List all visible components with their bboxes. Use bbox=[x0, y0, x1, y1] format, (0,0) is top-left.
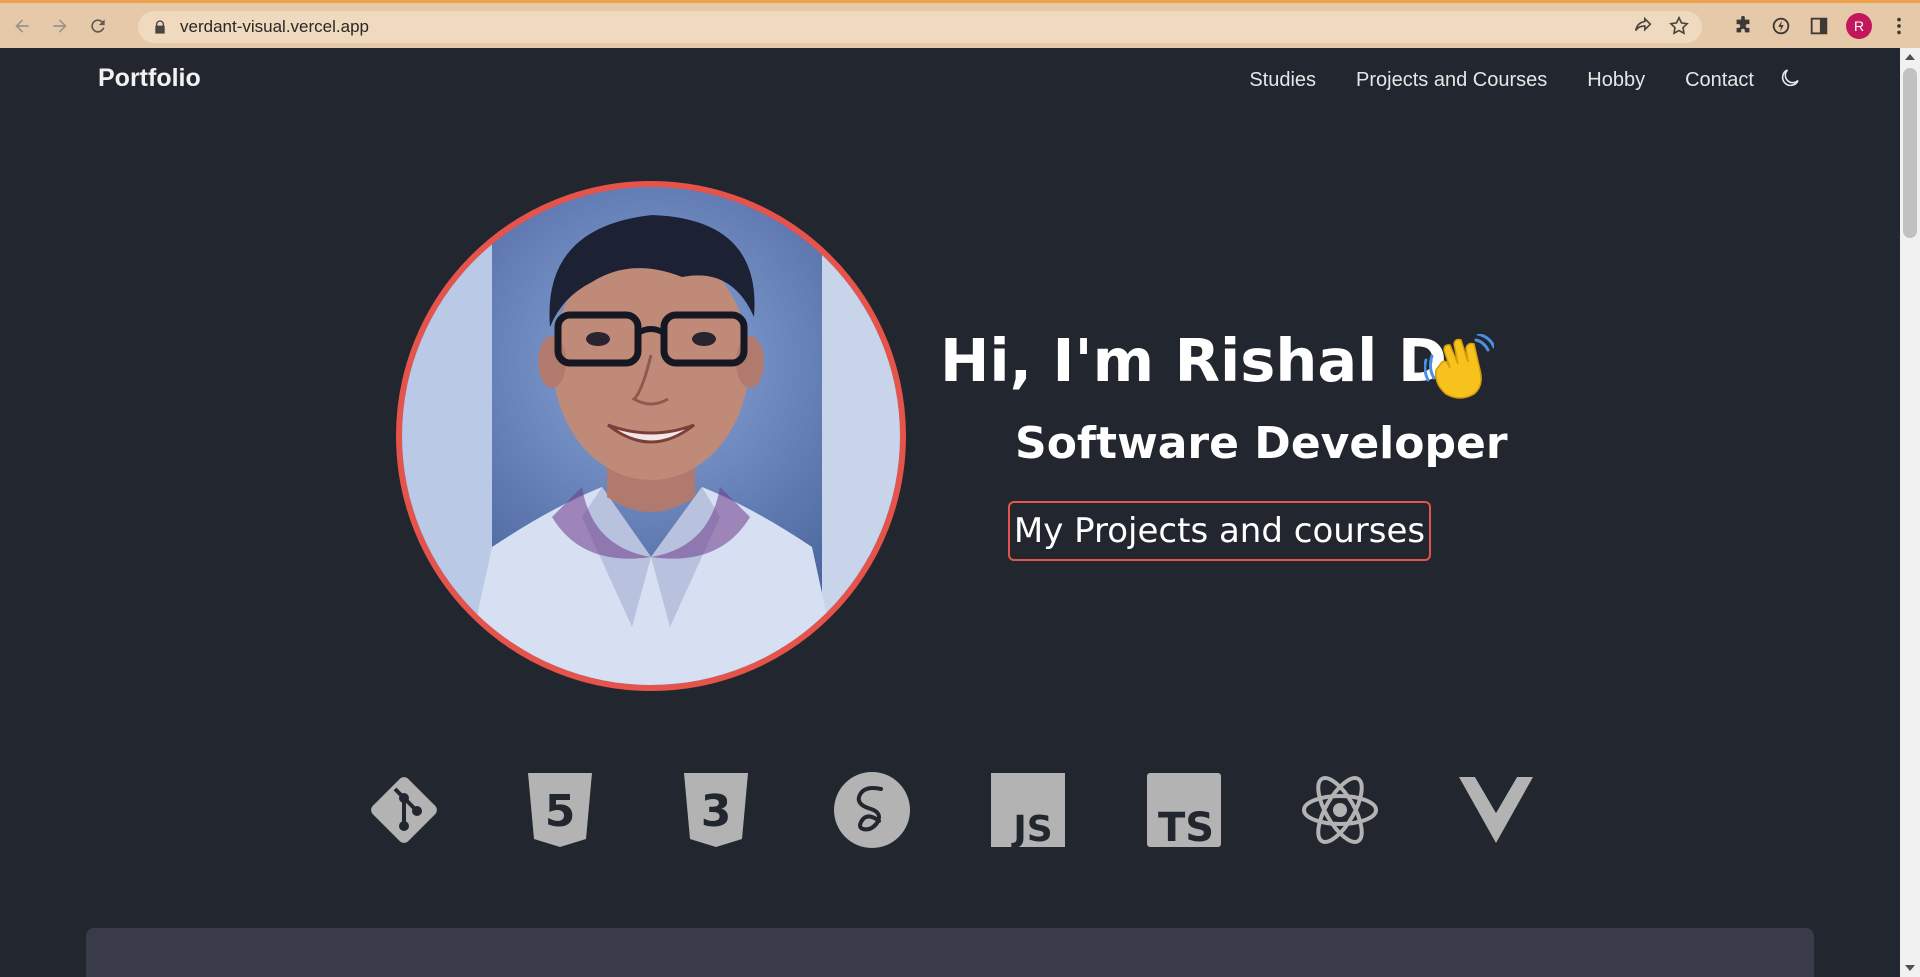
tech-stack-row: 5 3 JS TS bbox=[365, 771, 1535, 851]
scroll-up-arrow-icon[interactable] bbox=[1905, 54, 1915, 60]
javascript-icon: JS bbox=[989, 771, 1067, 850]
hero-title: Hi, I'm Rishal D bbox=[940, 326, 1447, 395]
profile-photo bbox=[396, 181, 906, 691]
git-icon bbox=[365, 771, 443, 849]
scroll-down-arrow-icon[interactable] bbox=[1905, 965, 1915, 971]
profile-avatar[interactable]: R bbox=[1846, 13, 1872, 39]
profile-portrait-illustration bbox=[402, 187, 900, 685]
reload-button[interactable] bbox=[82, 10, 114, 42]
css3-icon: 3 bbox=[677, 771, 755, 849]
forward-button[interactable] bbox=[44, 10, 76, 42]
svg-text:3: 3 bbox=[701, 786, 732, 837]
brand-logo[interactable]: Portfolio bbox=[98, 64, 201, 93]
vue-icon bbox=[1457, 771, 1535, 849]
more-menu-icon[interactable] bbox=[1888, 15, 1910, 37]
react-icon bbox=[1301, 771, 1379, 849]
lock-icon bbox=[155, 20, 165, 34]
share-icon[interactable] bbox=[1632, 15, 1654, 37]
svg-text:5: 5 bbox=[545, 786, 576, 837]
extensions-puzzle-icon[interactable] bbox=[1732, 15, 1754, 37]
nav-link-projects[interactable]: Projects and Courses bbox=[1356, 69, 1547, 92]
bookmark-star-icon[interactable] bbox=[1668, 15, 1690, 37]
svg-text:JS: JS bbox=[1010, 809, 1052, 849]
my-projects-button[interactable]: My Projects and courses bbox=[1008, 501, 1431, 561]
page-scrollbar[interactable] bbox=[1900, 48, 1920, 977]
svg-text:TS: TS bbox=[1158, 805, 1214, 849]
moon-icon[interactable] bbox=[1778, 66, 1802, 90]
nav-links: Studies Projects and Courses Hobby Conta… bbox=[1249, 69, 1754, 92]
back-button[interactable] bbox=[6, 10, 38, 42]
address-bar[interactable]: verdant-visual.vercel.app bbox=[138, 11, 1702, 43]
side-panel-icon[interactable] bbox=[1808, 15, 1830, 37]
arrow-right-icon bbox=[53, 18, 67, 33]
scroll-thumb[interactable] bbox=[1903, 68, 1917, 238]
section-card bbox=[86, 928, 1814, 977]
nav-link-hobby[interactable]: Hobby bbox=[1587, 69, 1645, 92]
reload-icon bbox=[91, 18, 105, 33]
html5-icon: 5 bbox=[521, 771, 599, 849]
nav-link-contact[interactable]: Contact bbox=[1685, 69, 1754, 92]
nav-link-studies[interactable]: Studies bbox=[1249, 69, 1316, 92]
site-navbar: Portfolio Studies Projects and Courses H… bbox=[0, 48, 1900, 114]
arrow-left-icon bbox=[15, 18, 29, 33]
browser-toolbar: verdant-visual.vercel.app R bbox=[0, 0, 1920, 48]
extension-icon[interactable] bbox=[1770, 15, 1792, 37]
hero-subtitle: Software Developer bbox=[1015, 418, 1508, 469]
waving-hand-icon bbox=[1424, 334, 1494, 399]
typescript-icon: TS bbox=[1145, 771, 1223, 851]
sass-icon bbox=[833, 771, 911, 849]
url-text[interactable]: verdant-visual.vercel.app bbox=[180, 17, 369, 37]
